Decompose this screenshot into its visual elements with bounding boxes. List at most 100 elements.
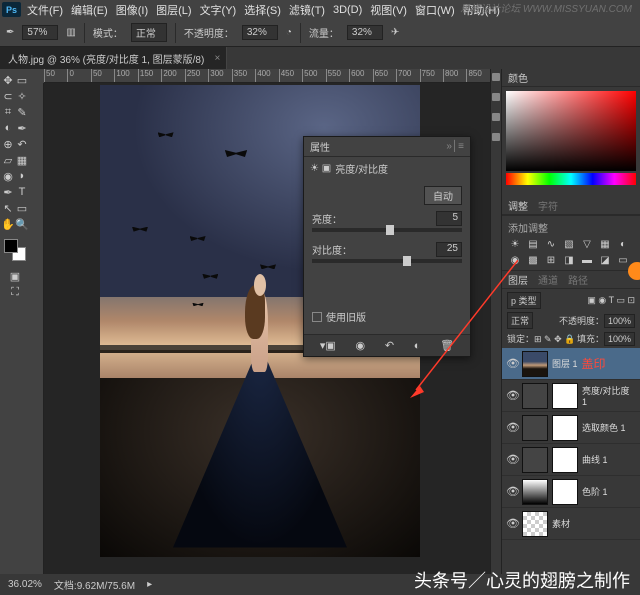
dock-icon-4[interactable] [492, 133, 500, 141]
layer-thumb[interactable] [522, 383, 548, 409]
adj-mixer-icon[interactable]: ▩ [526, 254, 540, 266]
contrast-slider[interactable] [312, 259, 462, 263]
menu-select[interactable]: 选择(S) [244, 2, 281, 18]
layer-row[interactable]: 👁 素材 [502, 508, 640, 540]
adj-vibrance-icon[interactable]: ▽ [580, 238, 594, 250]
menu-file[interactable]: 文件(F) [27, 2, 63, 18]
layer-name-label[interactable]: 图层 1 [552, 357, 578, 370]
close-tab-icon[interactable]: × [214, 53, 220, 64]
layer-row[interactable]: 👁 选取颜色 1 [502, 412, 640, 444]
view-prev-icon[interactable]: ◉ [356, 339, 366, 352]
menu-3d[interactable]: 3D(D) [333, 4, 362, 16]
reset-icon[interactable]: ↶ [385, 339, 394, 352]
adj-photo-filter-icon[interactable]: ◉ [508, 254, 522, 266]
auto-button[interactable]: 自动 [424, 186, 462, 205]
menu-image[interactable]: 图像(I) [116, 2, 148, 18]
flow-field[interactable]: 32% [347, 25, 383, 40]
brush-preset[interactable]: 57% [22, 25, 58, 40]
layer-name-label[interactable]: 亮度/对比度 1 [582, 384, 636, 407]
pressure-opacity-icon[interactable]: ◔ [286, 27, 292, 38]
layer-thumb[interactable] [522, 415, 548, 441]
opacity-field[interactable]: 32% [242, 25, 278, 40]
tab-channels[interactable]: 通道 [538, 272, 558, 287]
legacy-checkbox[interactable] [312, 312, 322, 322]
path-tool[interactable]: ↖ [1, 201, 15, 215]
menu-window[interactable]: 窗口(W) [415, 2, 455, 18]
layer-thumb[interactable] [522, 511, 548, 537]
layer-kind-filter[interactable]: p 类型 [507, 292, 541, 309]
shape-tool[interactable]: ▭ [15, 201, 29, 215]
hue-slider[interactable] [506, 173, 636, 185]
visibility-eye-icon[interactable]: 👁 [506, 453, 518, 466]
panel-menu-icon[interactable]: »│≡ [446, 141, 464, 152]
menu-layer[interactable]: 图层(L) [156, 2, 191, 18]
layer-mask-thumb[interactable] [552, 447, 578, 473]
color-swatches[interactable] [4, 239, 26, 261]
fill-field[interactable]: 100% [604, 332, 635, 346]
adj-invert-icon[interactable]: ◨ [562, 254, 576, 266]
crop-tool[interactable]: ⌗ [1, 105, 15, 119]
adj-bw-icon[interactable]: ◐ [616, 238, 630, 250]
brush-panel-icon[interactable]: ▥ [66, 27, 75, 38]
color-picker-field[interactable] [506, 91, 636, 171]
quickmask-icon[interactable]: ▣ [8, 269, 22, 283]
menu-filter[interactable]: 滤镜(T) [289, 2, 325, 18]
adj-lookup-icon[interactable]: ⊞ [544, 254, 558, 266]
menu-view[interactable]: 视图(V) [370, 2, 407, 18]
layer-name-label[interactable]: 色阶 1 [582, 485, 608, 498]
lasso-tool[interactable]: ⊂ [1, 89, 15, 103]
delete-adj-icon[interactable]: 🗑 [440, 339, 454, 352]
visibility-eye-icon[interactable]: 👁 [506, 389, 518, 402]
layer-name-label[interactable]: 曲线 1 [582, 453, 608, 466]
adj-threshold-icon[interactable]: ◪ [598, 254, 612, 266]
layer-name-label[interactable]: 选取颜色 1 [582, 421, 626, 434]
layer-row[interactable]: 👁 亮度/对比度 1 [502, 380, 640, 412]
adj-brightness-icon[interactable]: ☀ [508, 238, 522, 250]
airbrush-icon[interactable]: ✈ [391, 27, 399, 38]
layer-mask-thumb[interactable] [552, 479, 578, 505]
tab-color[interactable]: 颜色 [508, 70, 528, 85]
adj-exposure-icon[interactable]: ▧ [562, 238, 576, 250]
tab-paths[interactable]: 路径 [568, 272, 588, 287]
move-tool[interactable]: ✥ [1, 73, 15, 87]
gradient-tool[interactable]: ▦ [15, 153, 29, 167]
collapsed-panel-dock[interactable] [490, 69, 502, 574]
layer-mask-thumb[interactable] [552, 415, 578, 441]
document-tab[interactable]: 人物.jpg @ 36% (亮度/对比度 1, 图层蒙版/8) × [0, 47, 227, 69]
layer-thumb[interactable] [522, 351, 548, 377]
visibility-eye-icon[interactable]: 👁 [506, 421, 518, 434]
pen-tool[interactable]: ✒ [1, 185, 15, 199]
wand-tool[interactable]: ✧ [15, 89, 29, 103]
status-chevron-icon[interactable]: ▸ [147, 579, 152, 590]
blur-tool[interactable]: ◉ [1, 169, 15, 183]
brightness-value[interactable]: 5 [436, 211, 462, 226]
marquee-tool[interactable]: ▭ [15, 73, 29, 87]
toggle-icon[interactable]: ◐ [414, 340, 421, 352]
hand-tool[interactable]: ✋ [1, 217, 15, 231]
mode-select[interactable]: 正常 [131, 23, 167, 42]
properties-panel[interactable]: 属性 »│≡ ☀ ▣ 亮度/对比度 自动 亮度：5 对比度：25 使用旧版 ▾▣… [303, 136, 471, 357]
color-panel[interactable] [502, 87, 640, 197]
dock-icon-2[interactable] [492, 93, 500, 101]
screenmode-icon[interactable]: ⛶ [8, 285, 22, 299]
tab-font[interactable]: 字符 [538, 198, 558, 213]
layer-row[interactable]: 👁 色阶 1 [502, 476, 640, 508]
adj-hue-icon[interactable]: ▦ [598, 238, 612, 250]
tab-adjust[interactable]: 调整 [508, 198, 528, 213]
adj-levels-icon[interactable]: ▤ [526, 238, 540, 250]
text-tool[interactable]: T [15, 185, 29, 199]
brightness-slider[interactable] [312, 228, 462, 232]
visibility-eye-icon[interactable]: 👁 [506, 517, 518, 530]
eraser-tool[interactable]: ▱ [1, 153, 15, 167]
layer-row[interactable]: 👁图层 1盖印 [502, 348, 640, 380]
layer-thumb[interactable] [522, 479, 548, 505]
clip-icon[interactable]: ▾▣ [320, 339, 336, 352]
dock-icon-1[interactable] [492, 73, 500, 81]
dodge-tool[interactable]: ◗ [15, 169, 29, 183]
contrast-value[interactable]: 25 [436, 242, 462, 257]
layer-row[interactable]: 👁 曲线 1 [502, 444, 640, 476]
visibility-eye-icon[interactable]: 👁 [506, 357, 518, 370]
visibility-eye-icon[interactable]: 👁 [506, 485, 518, 498]
layer-name-label[interactable]: 素材 [552, 517, 570, 530]
heal-tool[interactable]: ◐ [1, 121, 15, 135]
